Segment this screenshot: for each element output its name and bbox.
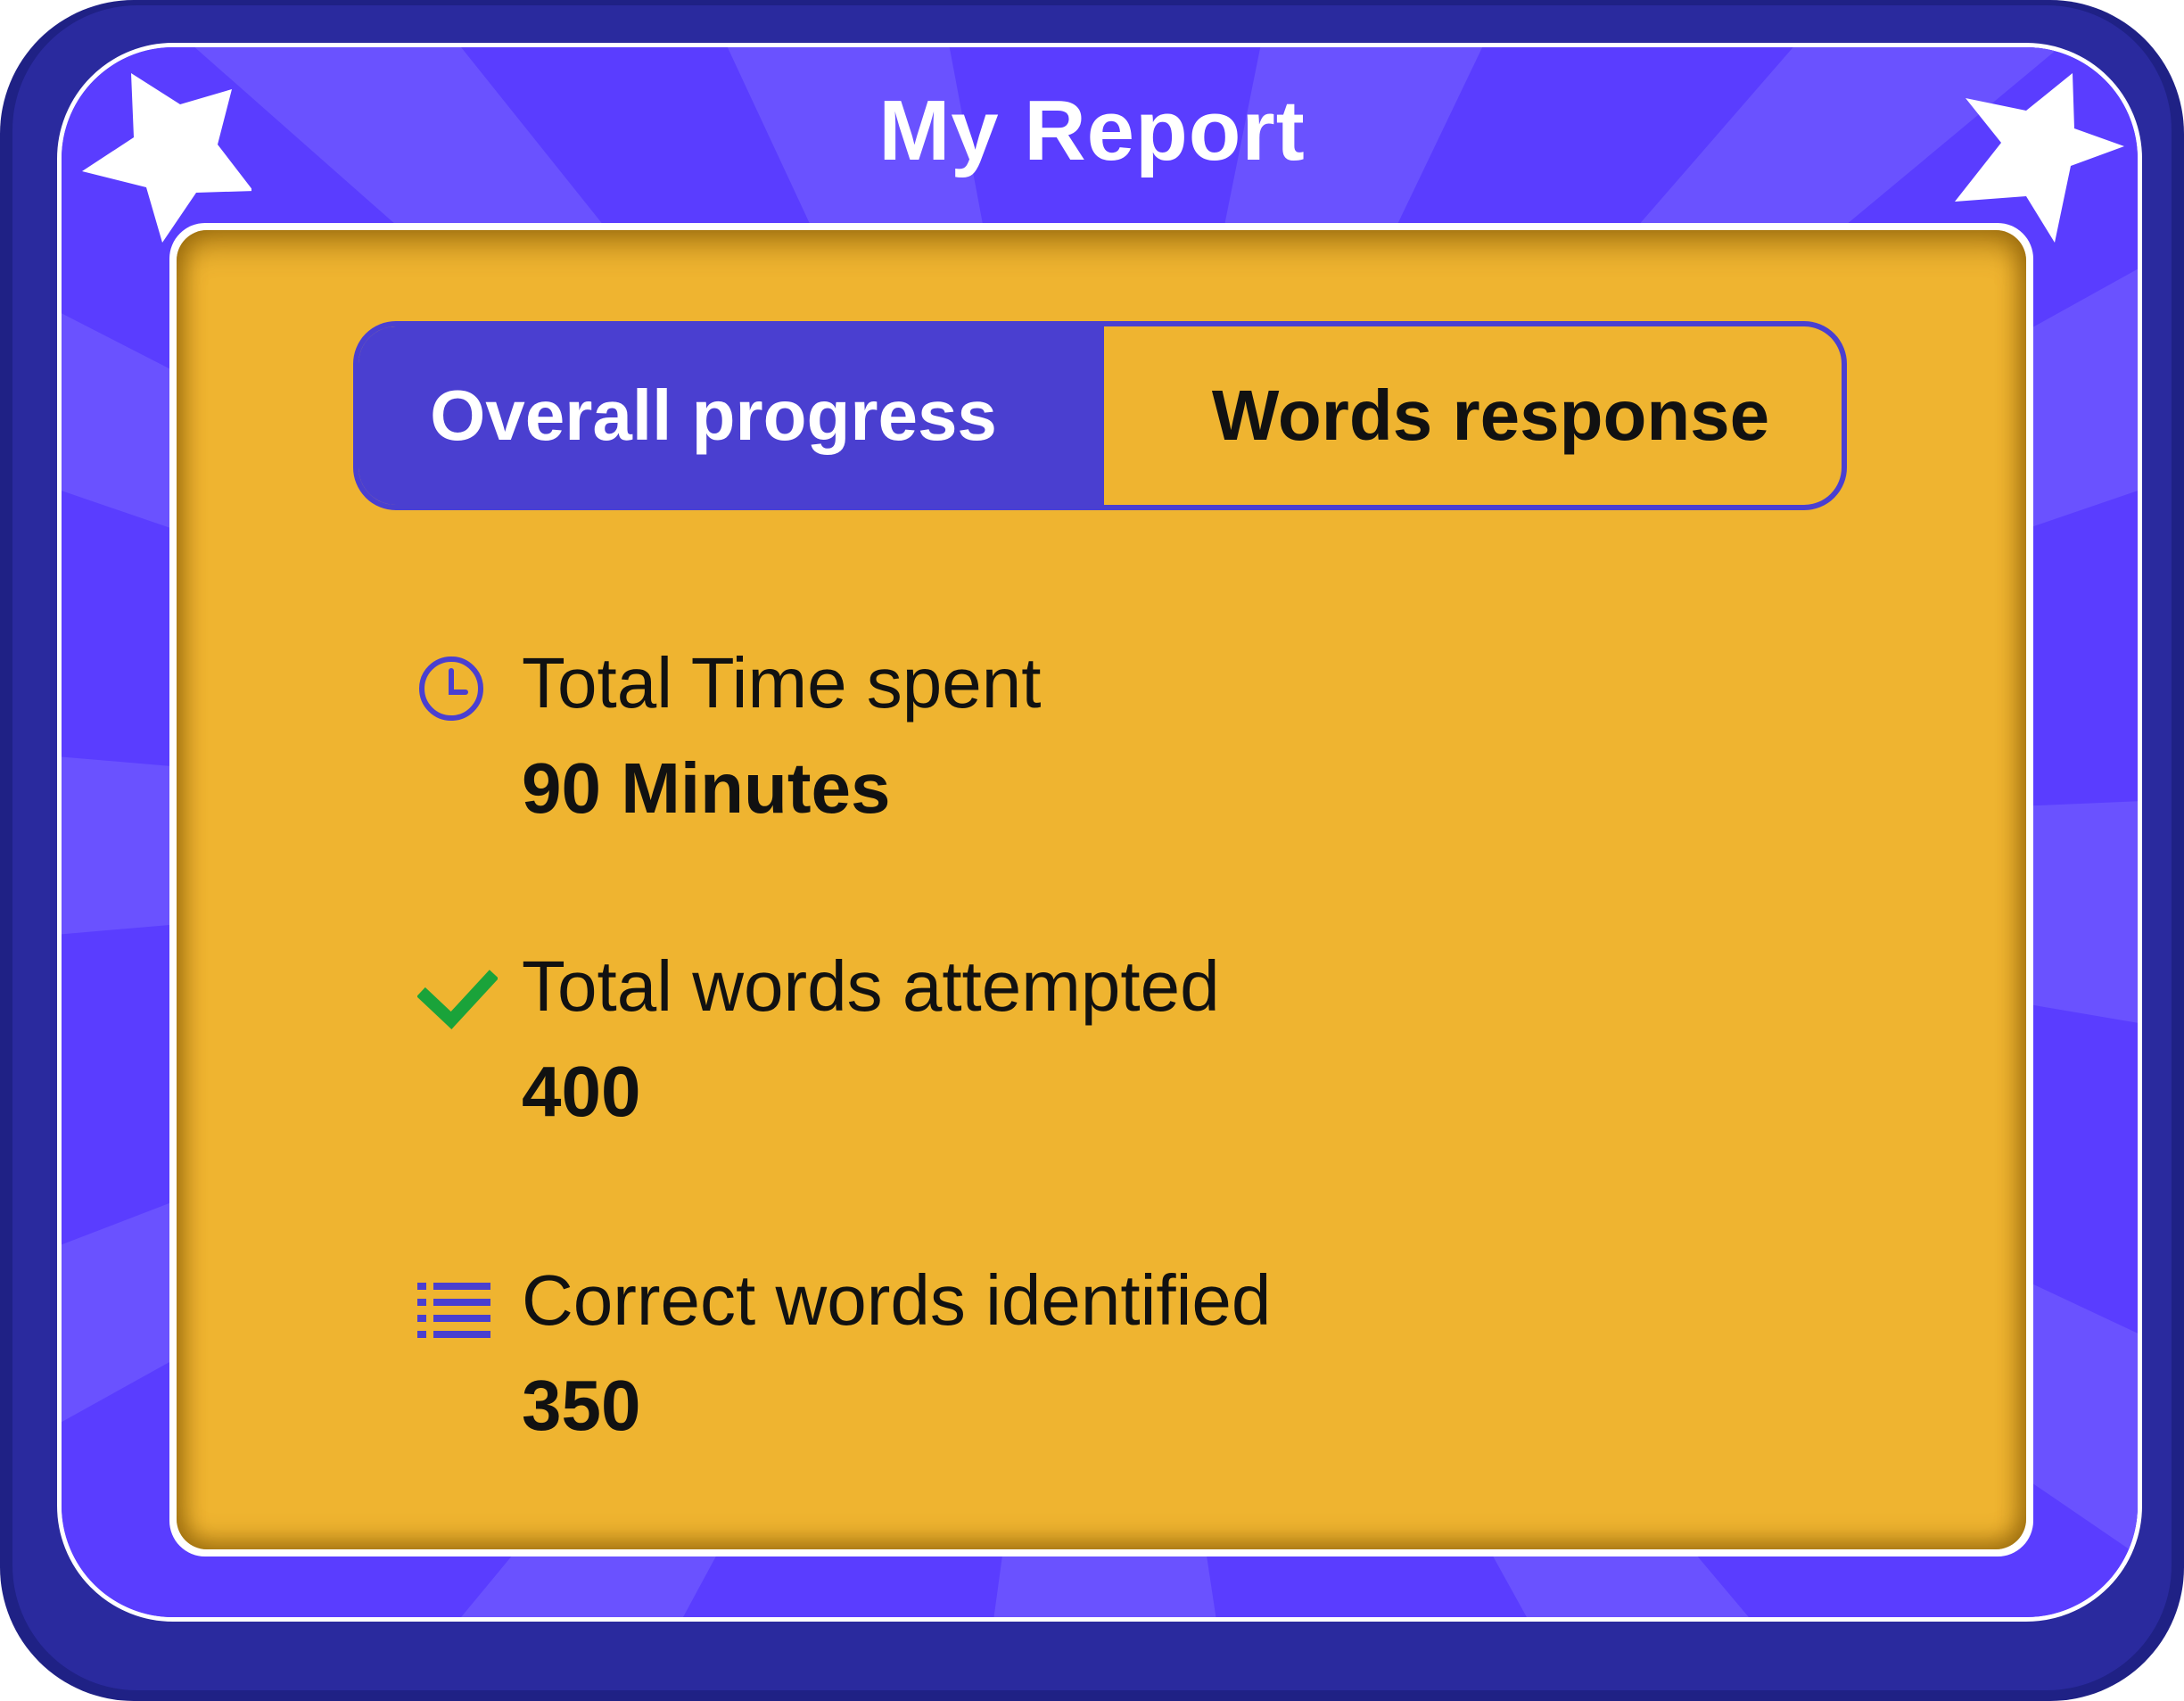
stat-value: 350: [522, 1366, 641, 1445]
stat-value: 400: [522, 1052, 641, 1131]
report-card-content: Overall progress Words response Total Ti…: [177, 230, 2026, 1549]
page-title: My Report: [878, 83, 1306, 178]
tab-overall-progress[interactable]: Overall progress: [359, 326, 1104, 505]
report-card: Overall progress Words response Total Ti…: [169, 223, 2033, 1556]
list-icon: [417, 1283, 490, 1338]
clock-icon: [419, 656, 483, 721]
stat-value: 90 Minutes: [522, 748, 891, 828]
tab-words-response[interactable]: Words response: [1104, 326, 1842, 505]
checkmark-icon: [417, 970, 498, 1029]
stat-label: Total Time spent: [522, 643, 1042, 723]
stat-label: Correct words identified: [522, 1260, 1272, 1340]
tab-bar: Overall progress Words response: [353, 321, 1847, 510]
stat-label: Total words attempted: [522, 946, 1220, 1026]
